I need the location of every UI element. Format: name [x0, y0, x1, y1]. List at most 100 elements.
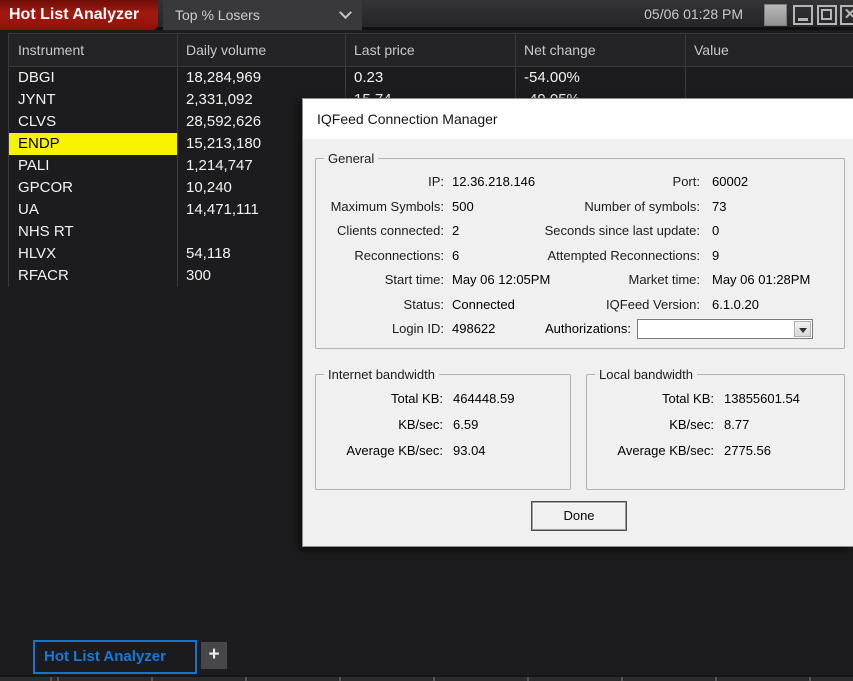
- general-row: IP: 12.36.218.146 Port: 60002: [326, 170, 844, 195]
- general-row: Status: Connected IQFeed Version: 6.1.0.…: [326, 293, 844, 318]
- table-row[interactable]: DBGI 18,284,969 0.23 -54.00%: [8, 67, 853, 89]
- field-label: KB/sec:: [669, 417, 714, 432]
- cell-instrument[interactable]: GPCOR: [8, 177, 177, 199]
- field-value: 2: [452, 223, 460, 238]
- authorizations-combobox[interactable]: [637, 319, 813, 339]
- hotlist-type-dropdown[interactable]: Top % Losers: [163, 0, 362, 30]
- field-value: 13855601.54: [724, 391, 800, 406]
- col-header-net-change[interactable]: Net change: [515, 34, 685, 66]
- field-value: May 06 12:05PM: [452, 272, 551, 287]
- bottom-panel-edge: [0, 675, 853, 681]
- maximize-button[interactable]: [817, 5, 837, 25]
- field-value: Connected: [452, 296, 515, 312]
- table-header: Instrument Daily volume Last price Net c…: [8, 33, 853, 67]
- chevron-down-icon: [339, 5, 352, 19]
- local-bandwidth-group: Local bandwidth Total KB: 13855601.54 KB…: [586, 367, 845, 490]
- field-label: Maximum Symbols:: [330, 198, 444, 214]
- add-tab-button[interactable]: +: [201, 642, 227, 669]
- color-swatch-button[interactable]: [764, 4, 787, 26]
- app-window: Hot List Analyzer Top % Losers 05/06 01:…: [0, 0, 853, 681]
- general-row: Reconnections: 6 Attempted Reconnections…: [326, 244, 844, 269]
- local-bandwidth-rows: Total KB: 13855601.54 KB/sec: 8.77 Avera…: [587, 382, 844, 464]
- cell-daily-volume[interactable]: 18,284,969: [177, 67, 345, 89]
- titlebar: Hot List Analyzer Top % Losers 05/06 01:…: [0, 0, 853, 30]
- internet-bandwidth-rows: Total KB: 464448.59 KB/sec: 6.59 Average…: [316, 382, 570, 464]
- col-header-daily-volume[interactable]: Daily volume: [177, 34, 345, 66]
- hotlist-type-label: Top % Losers: [175, 7, 260, 23]
- local-bandwidth-legend: Local bandwidth: [599, 367, 693, 382]
- field-value: 500: [452, 198, 474, 214]
- field-label: Average KB/sec:: [346, 443, 443, 458]
- field-value: 12.36.218.146: [452, 174, 536, 189]
- cell-last-price[interactable]: 0.23: [345, 67, 515, 89]
- cell-instrument[interactable]: CLVS: [8, 111, 177, 133]
- col-header-instrument[interactable]: Instrument: [8, 34, 177, 66]
- dialog-body: General IP: 12.36.218.146 Port: 60002 Ma…: [303, 139, 853, 547]
- bandwidth-row: Average KB/sec: 93.04: [318, 438, 570, 464]
- field-label: Attempted Reconnections:: [547, 247, 700, 263]
- cell-instrument[interactable]: UA: [8, 199, 177, 221]
- cell-instrument[interactable]: PALI: [8, 155, 177, 177]
- field-value: 6: [452, 247, 460, 263]
- clock: 05/06 01:28 PM: [644, 6, 743, 22]
- field-value: 2775.56: [724, 443, 771, 458]
- done-button[interactable]: Done: [532, 502, 626, 530]
- authorizations-label: Authorizations:: [545, 321, 631, 336]
- minimize-icon: [798, 18, 808, 21]
- iqfeed-connection-manager-dialog: IQFeed Connection Manager General IP: 12…: [302, 98, 853, 547]
- cell-instrument[interactable]: NHS RT: [8, 221, 177, 243]
- field-value: 93.04: [453, 443, 486, 458]
- cell-net-change[interactable]: -54.00%: [515, 67, 685, 89]
- field-label: Total KB:: [661, 391, 714, 406]
- general-group: General IP: 12.36.218.146 Port: 60002 Ma…: [315, 151, 845, 349]
- cell-value[interactable]: [685, 67, 853, 89]
- bandwidth-row: KB/sec: 8.77: [589, 412, 844, 438]
- bandwidth-row: Average KB/sec: 2775.56: [589, 438, 844, 464]
- general-row: Clients connected: 2 Seconds since last …: [326, 219, 844, 244]
- field-label: Reconnections:: [354, 247, 444, 263]
- cell-instrument[interactable]: HLVX: [8, 243, 177, 265]
- field-value: 9: [712, 247, 720, 263]
- field-label: Port:: [672, 174, 700, 189]
- field-label: Number of symbols:: [584, 198, 700, 214]
- field-label: KB/sec:: [398, 417, 443, 432]
- field-label: Status:: [403, 296, 444, 312]
- login-id-label: Login ID:: [391, 321, 444, 336]
- maximize-icon: [821, 9, 832, 20]
- cell-instrument[interactable]: RFACR: [8, 265, 177, 287]
- bandwidth-row: KB/sec: 6.59: [318, 412, 570, 438]
- field-label: Seconds since last update:: [544, 223, 700, 238]
- minimize-button[interactable]: [793, 5, 813, 25]
- combo-dropdown-button[interactable]: [794, 321, 811, 337]
- field-label: Total KB:: [390, 391, 443, 406]
- close-button[interactable]: ✕: [840, 5, 853, 25]
- field-label: Clients connected:: [337, 223, 444, 238]
- col-header-value[interactable]: Value: [685, 34, 853, 66]
- field-label: Average KB/sec:: [617, 443, 714, 458]
- cell-instrument[interactable]: JYNT: [8, 89, 177, 111]
- cell-instrument-highlighted[interactable]: ENDP: [8, 133, 177, 155]
- field-value: 464448.59: [453, 391, 515, 406]
- field-value: 0: [712, 223, 720, 238]
- field-label: Market time:: [628, 272, 700, 287]
- field-value: 73: [712, 198, 727, 214]
- general-rows: IP: 12.36.218.146 Port: 60002 Maximum Sy…: [316, 166, 844, 343]
- cell-instrument[interactable]: DBGI: [8, 67, 177, 89]
- general-row: Maximum Symbols: 500 Number of symbols: …: [326, 195, 844, 220]
- general-legend: General: [328, 151, 375, 166]
- field-label: IQFeed Version:: [606, 296, 700, 312]
- field-value: 8.77: [724, 417, 750, 432]
- dialog-title: IQFeed Connection Manager: [303, 99, 853, 139]
- internet-bandwidth-legend: Internet bandwidth: [328, 367, 435, 382]
- field-value: 60002: [712, 174, 749, 189]
- bandwidth-row: Total KB: 13855601.54: [589, 386, 844, 412]
- field-value: 6.59: [453, 417, 479, 432]
- field-value: May 06 01:28PM: [712, 272, 811, 287]
- internet-bandwidth-group: Internet bandwidth Total KB: 464448.59 K…: [315, 367, 571, 490]
- col-header-last-price[interactable]: Last price: [345, 34, 515, 66]
- tab-hot-list-analyzer[interactable]: Hot List Analyzer: [33, 640, 197, 674]
- dropdown-arrow-icon: [799, 328, 807, 333]
- general-row: Start time: May 06 12:05PM Market time: …: [326, 268, 844, 293]
- field-value: 6.1.0.20: [712, 296, 759, 312]
- field-label: IP:: [428, 174, 444, 189]
